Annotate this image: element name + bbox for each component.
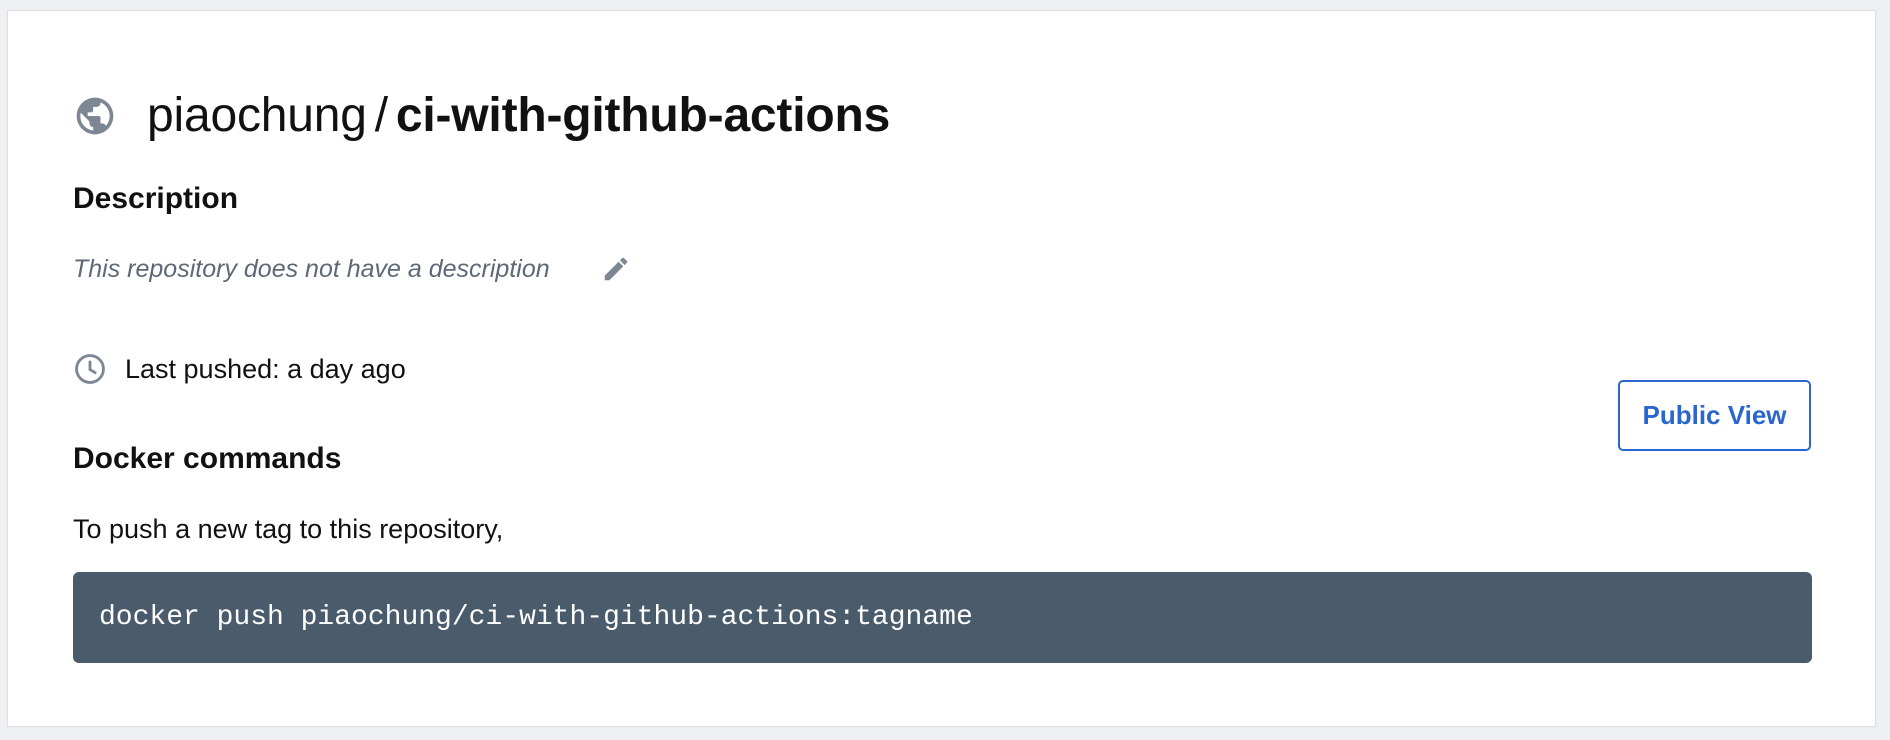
clock-icon	[73, 352, 107, 386]
description-row: This repository does not have a descript…	[73, 249, 632, 289]
description-heading: Description	[73, 182, 239, 215]
repository-header: piaochung / ci-with-github-actions	[73, 76, 890, 156]
repository-owner[interactable]: piaochung	[147, 89, 367, 142]
public-view-button[interactable]: Public View	[1618, 380, 1811, 451]
repository-separator: /	[374, 89, 388, 142]
globe-icon	[73, 94, 117, 138]
repository-card: piaochung / ci-with-github-actions Descrip…	[7, 10, 1876, 727]
docker-command-box[interactable]: docker push piaochung/ci-with-github-act…	[73, 572, 1812, 663]
docker-commands-heading: Docker commands	[73, 442, 342, 475]
pencil-icon[interactable]	[600, 253, 632, 285]
last-pushed-text: Last pushed: a day ago	[125, 353, 406, 384]
last-pushed-row: Last pushed: a day ago	[73, 349, 406, 389]
push-instructions-text: To push a new tag to this repository,	[73, 514, 504, 544]
description-text: This repository does not have a descript…	[73, 254, 550, 283]
repository-title: piaochung / ci-with-github-actions	[147, 86, 890, 146]
repository-name: ci-with-github-actions	[395, 89, 891, 142]
docker-push-command[interactable]: docker push piaochung/ci-with-github-act…	[99, 602, 973, 633]
